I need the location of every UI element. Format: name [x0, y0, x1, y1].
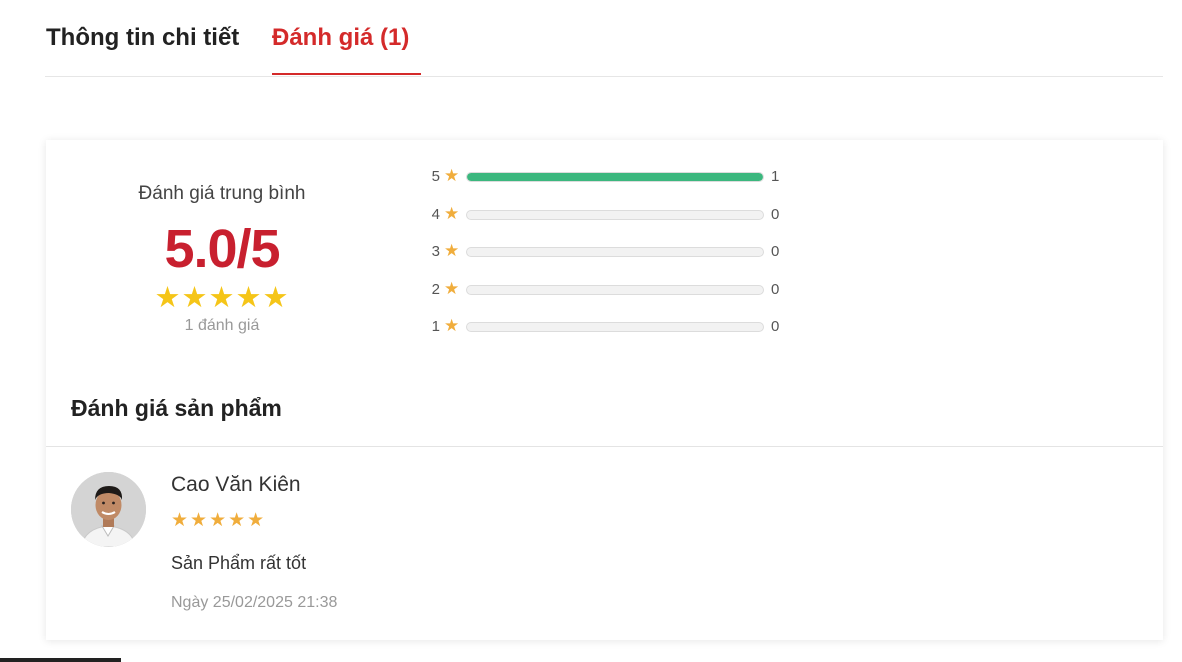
rating-row-count: 1	[771, 168, 780, 185]
avatar[interactable]	[71, 472, 146, 547]
product-reviews-heading: Đánh giá sản phẩm	[71, 395, 282, 421]
rating-row-star-number: 1	[431, 318, 440, 335]
rating-row-star-number: 5	[431, 168, 440, 185]
rating-row-star-number: 2	[431, 281, 440, 298]
rating-row-star-number: 4	[431, 206, 440, 223]
rating-row-count: 0	[771, 243, 780, 260]
rating-progress-fill	[467, 173, 763, 181]
rating-row-star-number: 3	[431, 243, 440, 260]
average-rating-score: 5.0/5	[164, 219, 280, 279]
star-icon: ★	[444, 241, 460, 260]
star-icon: ★	[444, 166, 460, 185]
bottom-edge-bar	[0, 658, 121, 662]
star-icon: ★	[444, 204, 460, 223]
active-tab-indicator	[272, 73, 421, 75]
rating-row-3[interactable]: 3 ★ 0	[428, 241, 788, 262]
rating-progress-track	[466, 285, 764, 295]
rating-row-count: 0	[771, 206, 780, 223]
rating-row-1[interactable]: 1 ★ 0	[428, 316, 788, 337]
tab-details[interactable]: Thông tin chi tiết	[46, 24, 239, 52]
star-icon: ★	[444, 279, 460, 298]
tab-reviews[interactable]: Đánh giá (1)	[272, 24, 409, 52]
rating-row-count: 0	[771, 281, 780, 298]
average-rating-label: Đánh giá trung bình	[138, 183, 306, 204]
product-tabs: Thông tin chi tiết Đánh giá (1)	[45, 0, 1163, 77]
review-stars-icon: ★★★★★	[171, 510, 267, 531]
rating-row-2[interactable]: 2 ★ 0	[428, 279, 788, 300]
reviewer-name: Cao Văn Kiên	[171, 473, 301, 496]
user-avatar-icon	[71, 472, 146, 547]
rating-row-4[interactable]: 4 ★ 0	[428, 204, 788, 225]
rating-progress-track	[466, 172, 764, 182]
rating-row-5[interactable]: 5 ★ 1	[428, 166, 788, 187]
rating-progress-track	[466, 247, 764, 257]
star-icon: ★	[444, 316, 460, 335]
rating-progress-track	[466, 322, 764, 332]
review-date: Ngày 25/02/2025 21:38	[171, 594, 338, 611]
rating-progress-track	[466, 210, 764, 220]
average-rating-stars-icon: ★★★★★	[154, 282, 290, 314]
total-review-count: 1 đánh giá	[184, 317, 260, 334]
rating-row-count: 0	[771, 318, 780, 335]
reviews-panel: Đánh giá trung bình 5.0/5 ★★★★★ 1 đánh g…	[46, 140, 1163, 640]
review-item: Cao Văn Kiên ★★★★★ Sản Phẩm rất tốt Ngày…	[46, 447, 1163, 637]
review-text: Sản Phẩm rất tốt	[171, 553, 307, 573]
